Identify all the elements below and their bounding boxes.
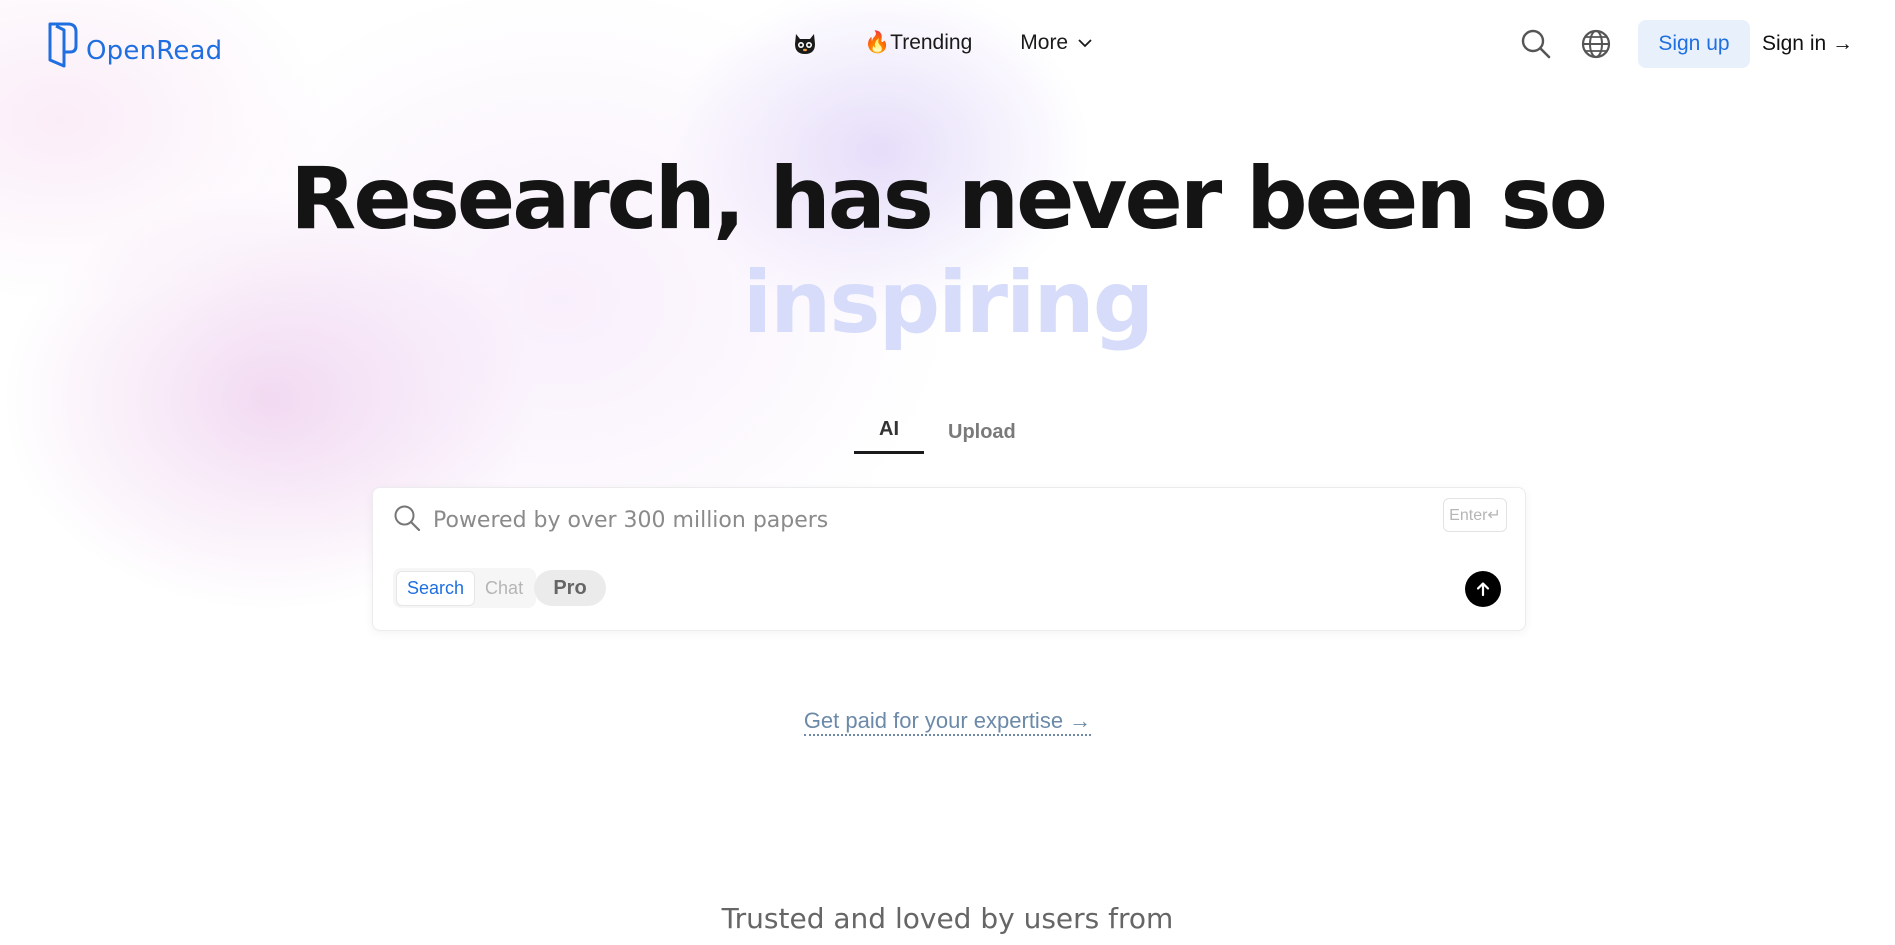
brand-name: OpenRead — [86, 36, 223, 66]
signup-button[interactable]: Sign up — [1637, 20, 1750, 68]
top-nav: OpenRead 🔥Trending More Sign up Sign in … — [0, 0, 1895, 92]
tab-ai[interactable]: AI — [854, 412, 924, 454]
mode-search-button[interactable]: Search — [396, 570, 476, 606]
nav-actions: Sign up Sign in → — [1518, 20, 1853, 68]
header-search-button[interactable] — [1518, 26, 1554, 62]
chevron-down-icon — [1078, 39, 1092, 48]
trusted-heading: Trusted and loved by users from — [721, 902, 1174, 935]
search-field-icon-wrap — [393, 504, 423, 534]
nav-more-dropdown[interactable]: More — [1020, 31, 1094, 55]
enter-key-hint: Enter↵ — [1443, 498, 1507, 532]
openread-logo-icon — [48, 22, 78, 68]
nav-more-label: More — [1020, 31, 1069, 54]
expertise-link-row: Get paid for your expertise → — [0, 708, 1895, 736]
language-button[interactable] — [1578, 26, 1614, 62]
hero-title: Research, has never been so — [290, 149, 1608, 249]
get-paid-link[interactable]: Get paid for your expertise → — [803, 708, 1092, 736]
hero-subtitle: inspiring — [742, 253, 1155, 353]
pro-toggle[interactable]: Pro — [534, 570, 606, 606]
globe-icon — [1581, 29, 1611, 59]
arrow-up-icon — [1476, 582, 1490, 597]
search-tabs: AI Upload — [854, 412, 1016, 454]
background-glow — [0, 0, 1895, 945]
submit-button[interactable] — [1465, 571, 1501, 607]
mode-chat-button[interactable]: Chat — [475, 572, 533, 605]
mode-toggle: Search Chat — [393, 568, 537, 608]
cat-mascot-icon[interactable] — [790, 28, 820, 58]
nav-trending[interactable]: 🔥Trending — [864, 31, 972, 55]
brand-logo[interactable]: OpenRead — [46, 20, 222, 70]
search-icon — [394, 505, 421, 532]
search-box: Enter↵ Search Chat Pro — [372, 487, 1526, 631]
search-icon — [1521, 29, 1551, 59]
tab-upload[interactable]: Upload — [948, 415, 1016, 454]
signin-link[interactable]: Sign in → — [1762, 32, 1853, 56]
nav-trending-label: 🔥Trending — [864, 31, 973, 54]
main-nav: 🔥Trending More — [790, 28, 1094, 58]
search-input[interactable] — [433, 502, 1383, 538]
